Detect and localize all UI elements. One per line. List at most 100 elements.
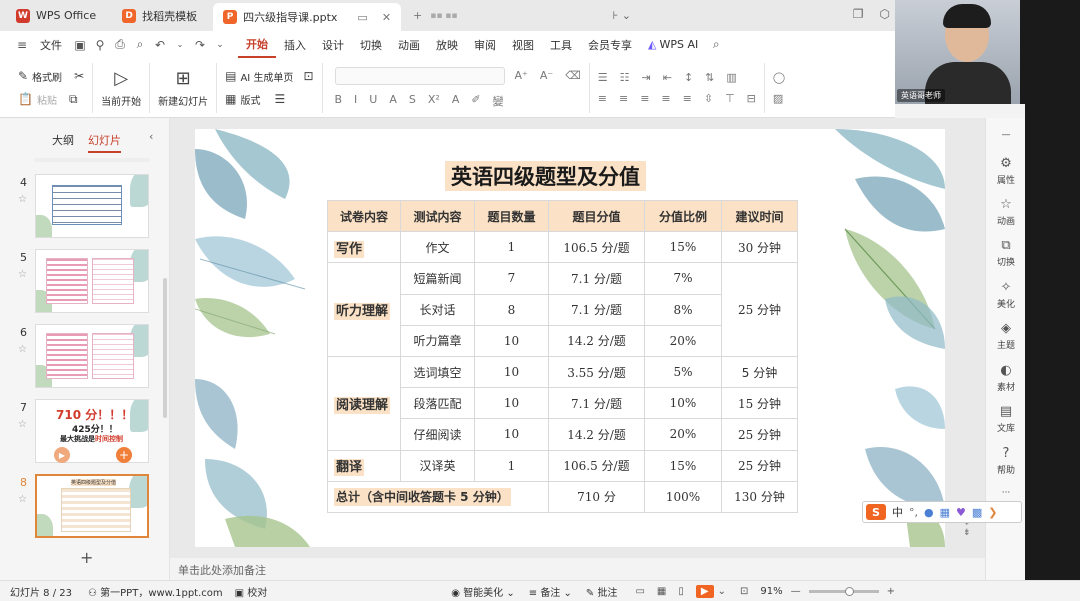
grow-font-icon[interactable]: A⁺ [515, 69, 528, 82]
slide-thumbnail[interactable] [35, 174, 149, 238]
font-name-select[interactable] [334, 66, 505, 85]
line-spacing-icon[interactable]: ↕ [684, 71, 693, 84]
grid-view-icon[interactable]: ▦ [657, 586, 666, 597]
keyboard-icon[interactable]: ▦ [940, 506, 950, 519]
slide-thumb-row-selected[interactable]: 8 ☆ 英语四级题型及分值 [0, 474, 170, 542]
slideshow-play-icon[interactable]: ▶ [695, 584, 714, 598]
slide-thumb-row[interactable]: 7 ☆ 710 分！！！ 425分！！ 最大挑战是时间控制 ▶ + [0, 399, 170, 467]
panel-scrollbar[interactable] [163, 278, 167, 418]
screen-icon[interactable]: ▭ [357, 11, 367, 24]
undo-icon[interactable]: ↶ [150, 38, 170, 52]
menu-file[interactable]: 文件 [32, 31, 70, 58]
align-right-icon[interactable]: ≡ [640, 92, 649, 105]
menu-view[interactable]: 视图 [504, 31, 542, 58]
exam-score-table[interactable]: 试卷内容 测试内容 题目数量 题目分值 分值比例 建议时间 写作 作文 1 10… [327, 199, 798, 513]
print-icon[interactable]: ⎙ [110, 37, 130, 52]
skin-icon[interactable]: ♥ [956, 506, 966, 519]
star-icon[interactable]: ☆ [18, 419, 27, 430]
normal-view-icon[interactable]: ▭ [635, 586, 644, 597]
paste-button[interactable]: 📋 粘贴 ⧉ [18, 92, 84, 107]
reading-view-icon[interactable]: ▯ [678, 586, 684, 597]
notes-area[interactable]: 单击此处添加备注 [170, 558, 985, 580]
zoom-slider[interactable] [808, 586, 879, 596]
link-icon[interactable]: ⚲ [90, 38, 110, 52]
underline-icon[interactable]: U [369, 93, 377, 109]
smart-art-icon[interactable]: ⊟ [747, 92, 756, 105]
distribute-icon[interactable]: ≡ [683, 92, 692, 105]
slide-thumbnail[interactable] [35, 324, 149, 388]
slide-thumbnail-selected[interactable]: 英语四级题型及分值 [35, 474, 149, 538]
highlight-icon[interactable]: ✐ [471, 93, 480, 109]
search-icon[interactable]: ⌕ [706, 37, 726, 52]
hamburger-icon[interactable]: ≡ [12, 38, 32, 52]
menu-home[interactable]: 开始 [238, 31, 276, 58]
sidebar-item-assets[interactable]: ◐ 素材 [986, 363, 1026, 393]
bullet-list-icon[interactable]: ☰ [598, 71, 608, 84]
redo-icon[interactable]: ↷ [190, 38, 210, 52]
section-icon[interactable]: ☰ [274, 92, 285, 106]
add-slide-icon[interactable]: + [116, 447, 132, 463]
zoom-in-icon[interactable]: + [887, 586, 895, 597]
tab-wps-office[interactable]: W WPS Office [6, 3, 106, 28]
italic-icon[interactable]: I [354, 93, 357, 109]
save-icon[interactable]: ▣ [70, 38, 90, 52]
split-icon[interactable]: ⊦ ⌄ [613, 9, 631, 22]
sidebar-item-transition[interactable]: ⧉ 切换 [986, 238, 1026, 268]
shape-icon[interactable]: ◯ [773, 71, 785, 84]
mic-icon[interactable]: ● [924, 506, 934, 519]
font-color-icon[interactable]: A [452, 93, 460, 109]
star-icon[interactable]: ☆ [18, 344, 27, 355]
ai-single-page-button[interactable]: ▤ AI 生成单页 ⊡ [225, 69, 313, 84]
notes-button[interactable]: ≡ 备注 ⌄ [529, 584, 572, 599]
layout-button[interactable]: ▦ 版式 ☰ [225, 92, 313, 107]
menu-member[interactable]: 会员专享 [580, 31, 640, 58]
beautify-button[interactable]: ◉ 智能美化 ⌄ [451, 584, 514, 599]
menu-slideshow[interactable]: 放映 [428, 31, 466, 58]
format-painter-button[interactable]: ✎ 格式刷 ✂ [18, 69, 84, 84]
play-current-button[interactable]: ▷ 当前开始 [93, 62, 151, 113]
slide-thumbnail[interactable] [35, 249, 149, 313]
menu-animation[interactable]: 动画 [390, 31, 428, 58]
ime-language[interactable]: 中 [892, 504, 903, 520]
proof-button[interactable]: ▣ 校对 [235, 584, 268, 599]
slide-title[interactable]: 英语四级题型及分值 [445, 161, 646, 191]
menu-design[interactable]: 设计 [314, 31, 352, 58]
shadow-icon[interactable]: S [409, 93, 416, 109]
sidebar-item-library[interactable]: ▤ 文库 [986, 404, 1026, 434]
outdent-icon[interactable]: ⇤ [663, 71, 672, 84]
vertical-align-icon[interactable]: ⊤ [725, 92, 735, 105]
menu-review[interactable]: 审阅 [466, 31, 504, 58]
undo-dropdown-icon[interactable]: ⌄ [170, 40, 190, 49]
add-slide-button[interactable]: + [80, 548, 93, 567]
tab-slides[interactable]: 幻灯片 [88, 132, 121, 153]
slide[interactable]: 英语四级题型及分值 试卷内容 测试内容 题目数量 题目分值 分值比例 建议时间 … [195, 129, 945, 547]
sidebar-item-animation[interactable]: ☆ 动画 [986, 197, 1026, 227]
sidebar-item-theme[interactable]: ◈ 主题 [986, 321, 1026, 351]
menu-tools[interactable]: 工具 [542, 31, 580, 58]
slide-thumb-row[interactable]: 5 ☆ [0, 249, 170, 317]
sidebar-collapse-icon[interactable]: — [986, 130, 1026, 140]
more-icon[interactable]: ⌄ [210, 40, 230, 50]
text-direction-icon[interactable]: ⇳ [704, 92, 713, 105]
align-center-icon[interactable]: ≡ [619, 92, 628, 105]
pinyin-icon[interactable]: 變 [493, 93, 504, 109]
sort-icon[interactable]: ⇅ [705, 71, 714, 84]
font-size-icons[interactable]: A⁺ A⁻ ⌫ [515, 69, 581, 82]
theme-info[interactable]: ⚇ 第一PPT，www.1ppt.com [88, 584, 223, 599]
reset-icon[interactable]: ⊡ [303, 69, 313, 83]
cube-icon[interactable]: ⬡ [880, 7, 890, 21]
comments-button[interactable]: ✎ 批注 [586, 584, 618, 599]
justify-icon[interactable]: ≡ [661, 92, 670, 105]
restore-icon[interactable]: ❐ [853, 7, 864, 21]
star-icon[interactable]: ☆ [18, 494, 27, 505]
menu-wps-ai[interactable]: ◭ WPS AI [640, 31, 706, 58]
zoom-out-icon[interactable]: — [791, 586, 801, 597]
sidebar-item-properties[interactable]: ⚙ 属性 [986, 156, 1026, 186]
fit-window-icon[interactable]: ⊡ [740, 586, 748, 597]
extra-icon[interactable]: ❯ [988, 506, 997, 519]
cut-icon[interactable]: ✂ [74, 69, 84, 83]
shrink-font-icon[interactable]: A⁻ [540, 69, 553, 82]
close-tab-icon[interactable]: ✕ [382, 11, 391, 24]
zoom-slider-thumb[interactable] [844, 586, 854, 596]
star-icon[interactable]: ☆ [18, 269, 27, 280]
